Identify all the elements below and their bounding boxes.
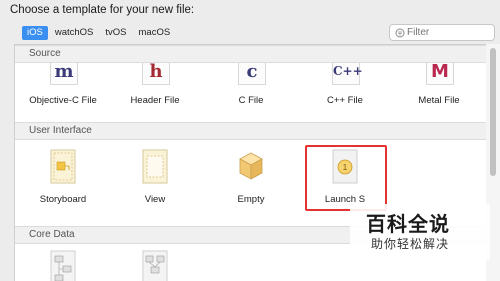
objective-c-file-icon: m [50, 61, 78, 85]
template-mapping-model[interactable] [112, 248, 198, 281]
template-label: C++ File [327, 95, 363, 106]
c-glyph: c [246, 61, 258, 82]
template-header-file[interactable]: h Header File [112, 61, 198, 109]
section-header-user-interface: User Interface [15, 122, 500, 140]
storyboard-icon [50, 149, 76, 184]
template-empty[interactable]: Empty [208, 147, 294, 213]
section-title-user-interface: User Interface [29, 125, 92, 136]
template-label: Empty [237, 194, 265, 205]
template-data-model[interactable] [20, 248, 106, 281]
watermark-subtitle: 助你轻松解决 [371, 237, 450, 251]
template-metal-file[interactable]: M Metal File [396, 61, 482, 109]
template-label: C File [238, 95, 264, 106]
data-model-icon [50, 250, 76, 281]
filter-input[interactable] [407, 25, 487, 40]
cpp-glyph: C++ [333, 64, 363, 78]
c-file-icon: c [238, 61, 266, 85]
template-label: Storyboard [39, 194, 87, 205]
section-title-core-data: Core Data [29, 229, 75, 240]
template-label: Header File [130, 95, 180, 106]
template-objective-c-file[interactable]: m Objective-C File [20, 61, 106, 109]
filter-field[interactable] [389, 24, 495, 41]
tab-macos[interactable]: macOS [134, 26, 176, 40]
tab-ios[interactable]: iOS [22, 26, 48, 40]
template-c-file[interactable]: c C File [208, 61, 294, 109]
section-title-source: Source [29, 48, 61, 59]
watermark-title: 百科全说 [366, 214, 450, 236]
filter-icon [395, 28, 405, 38]
objective-c-glyph: m [54, 61, 74, 82]
mapping-model-icon [142, 250, 168, 281]
metal-file-icon: M [426, 61, 454, 85]
empty-cube-icon [239, 152, 263, 180]
template-label: View [144, 194, 166, 205]
selection-highlight [305, 145, 387, 211]
template-view[interactable]: View [112, 147, 198, 213]
dialog-title: Choose a template for your new file: [10, 4, 195, 16]
template-storyboard[interactable]: Storyboard [20, 147, 106, 213]
tab-watchos[interactable]: watchOS [50, 26, 99, 40]
template-label: Objective-C File [29, 95, 97, 106]
template-cpp-file[interactable]: C++ C++ File [302, 63, 388, 109]
header-file-icon: h [142, 61, 170, 85]
cpp-file-icon: C++ [332, 63, 363, 85]
metal-glyph: M [431, 61, 449, 82]
view-icon [142, 149, 168, 184]
watermark: 百科全说 助你轻松解决 [350, 204, 490, 260]
scrollbar-thumb[interactable] [490, 48, 496, 176]
header-glyph: h [149, 61, 163, 82]
template-label: Metal File [418, 95, 460, 106]
platform-tabs: iOS watchOS tvOS macOS [22, 26, 177, 40]
tab-tvos[interactable]: tvOS [100, 26, 131, 40]
